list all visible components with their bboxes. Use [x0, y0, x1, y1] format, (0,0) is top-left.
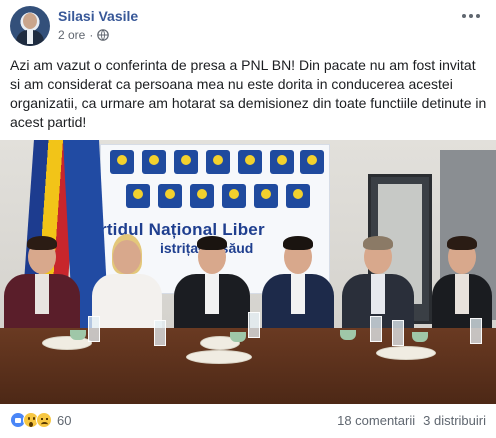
pnl-logo: [238, 150, 262, 174]
plate: [376, 346, 436, 360]
reactions-summary[interactable]: 60: [10, 412, 71, 428]
author-avatar[interactable]: [10, 6, 50, 46]
glass: [248, 312, 260, 338]
glass: [470, 318, 482, 344]
pnl-logo: [126, 184, 150, 208]
shares-count[interactable]: 3 distribuiri: [423, 413, 486, 428]
pnl-logo: [158, 184, 182, 208]
person: [170, 226, 254, 344]
pnl-logo: [174, 150, 198, 174]
pnl-logo: [206, 150, 230, 174]
globe-icon: [97, 29, 110, 41]
sad-icon: [36, 412, 52, 428]
glass: [370, 316, 382, 342]
pnl-logo: [110, 150, 134, 174]
glass: [88, 316, 100, 342]
post-photo[interactable]: rtidul Național Liber istrița-Năsăud: [0, 140, 496, 404]
more-options-icon[interactable]: [462, 10, 482, 22]
reaction-count: 60: [57, 412, 72, 428]
post-meta: 2 ore ·: [58, 28, 110, 42]
cup: [70, 330, 86, 340]
post-timestamp[interactable]: 2 ore: [58, 28, 85, 42]
person: [428, 226, 496, 344]
pnl-logo: [270, 150, 294, 174]
cup: [412, 332, 428, 342]
plate: [186, 350, 252, 364]
pnl-logo: [142, 150, 166, 174]
cup: [340, 330, 356, 340]
post-header: Silasi Vasile 2 ore ·: [0, 0, 496, 52]
meta-separator: ·: [89, 28, 94, 42]
pnl-logo: [222, 184, 246, 208]
post-stats: 18 comentarii 3 distribuiri: [337, 413, 486, 428]
post-text: Azi am vazut o conferinta de presa a PNL…: [10, 57, 487, 130]
person: [0, 226, 84, 344]
comments-count[interactable]: 18 comentarii: [337, 413, 415, 428]
pnl-logo: [300, 150, 324, 174]
pnl-logo: [190, 184, 214, 208]
person: [258, 226, 338, 344]
glass: [154, 320, 166, 346]
glass: [392, 320, 404, 346]
plate: [42, 336, 92, 350]
pnl-logo: [286, 184, 310, 208]
cup: [230, 332, 246, 342]
pnl-logo: [254, 184, 278, 208]
post-footer: 60 18 comentarii 3 distribuiri: [0, 404, 496, 438]
facebook-post: Silasi Vasile 2 ore · Azi am vazut o con…: [0, 0, 496, 438]
author-name[interactable]: Silasi Vasile: [58, 8, 138, 24]
